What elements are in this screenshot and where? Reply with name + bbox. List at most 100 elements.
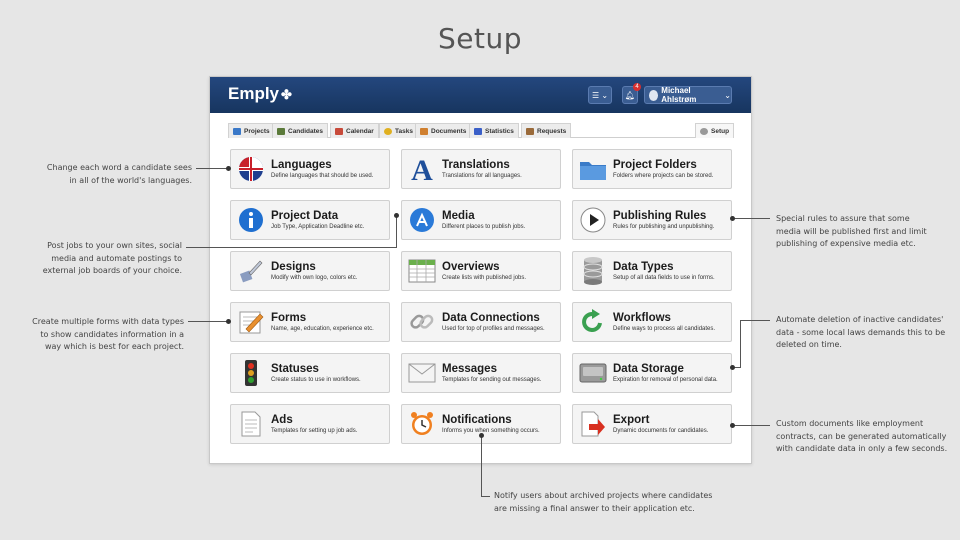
tab-calendar[interactable]: Calendar — [330, 123, 379, 138]
connector-notifications-h — [481, 496, 490, 497]
tile-languages[interactable]: Languages Define languages that should be… — [230, 149, 390, 189]
tile-title: Statuses — [271, 362, 319, 375]
tile-title: Data Types — [613, 260, 674, 273]
annotation-forms: Create multiple forms with data types to… — [32, 317, 184, 351]
tile-desc: Create lists with published jobs. — [442, 274, 527, 281]
tile-workflows[interactable]: Workflows Define ways to process all cand… — [572, 302, 732, 342]
annotation-publishing-rules: Special rules to assure that some media … — [776, 214, 927, 248]
envelope-icon — [408, 359, 436, 387]
app-window: Emply ✤ ☰ ⌄ 🔔︎ 4 Michael Ahlstrøm ⌄ Proje… — [209, 76, 752, 464]
tab-setup[interactable]: Setup — [695, 123, 735, 138]
tile-designs[interactable]: Designs Modify with own logo, colors etc. — [230, 251, 390, 291]
requests-icon — [526, 127, 534, 135]
user-menu-button[interactable]: Michael Ahlstrøm ⌄ — [644, 86, 732, 104]
connector-storage-h — [740, 320, 770, 321]
tile-title: Notifications — [442, 413, 512, 426]
tile-title: Project Folders — [613, 158, 697, 171]
tile-title: Project Data — [271, 209, 339, 222]
calendar-icon — [335, 127, 343, 135]
form-pencil-icon — [237, 308, 265, 336]
tasks-icon — [384, 127, 392, 135]
avatar — [649, 89, 659, 101]
tile-desc: Templates for sending out messages. — [442, 376, 542, 383]
tab-statistics[interactable]: Statistics — [469, 123, 519, 138]
tile-title: Data Connections — [442, 311, 540, 324]
menu-button[interactable]: ☰ ⌄ — [588, 86, 612, 104]
svg-text:A: A — [411, 155, 433, 183]
tile-desc: Used for top of profiles and messages. — [442, 325, 545, 332]
tile-title: Translations — [442, 158, 510, 171]
tile-project-folders[interactable]: Project Folders Folders where projects ca… — [572, 149, 732, 189]
tile-desc: Modify with own logo, colors etc. — [271, 274, 358, 281]
refresh-arrow-icon — [579, 308, 607, 336]
tile-desc: Informs you when something occurs. — [442, 427, 540, 434]
connector-dot-storage — [730, 365, 735, 370]
tab-candidates[interactable]: Candidates — [272, 123, 329, 138]
folder-icon — [579, 155, 607, 183]
annotation-export: Custom documents like employment contrac… — [776, 419, 948, 453]
connector-export — [732, 425, 770, 426]
tile-translations[interactable]: A Translations Translations for all langu… — [401, 149, 561, 189]
app-header: Emply ✤ ☰ ⌄ 🔔︎ 4 Michael Ahlstrøm ⌄ — [210, 77, 751, 113]
connector-media-h — [186, 247, 396, 248]
document-icon — [237, 410, 265, 438]
tab-tasks[interactable]: Tasks — [379, 123, 418, 138]
alarm-clock-icon — [408, 410, 436, 438]
logo-text: Emply — [228, 84, 280, 103]
tab-documents[interactable]: Documents — [415, 123, 472, 138]
play-icon — [579, 206, 607, 234]
tile-desc: Translations for all languages. — [442, 172, 522, 179]
tile-ads[interactable]: Ads Templates for setting up job ads. — [230, 404, 390, 444]
projects-icon — [233, 127, 241, 135]
tile-desc: Name, age, education, experience etc. — [271, 325, 374, 332]
tile-title: Forms — [271, 311, 307, 324]
tile-statuses[interactable]: Statuses Create status to use in workflow… — [230, 353, 390, 393]
logo-mark-icon: ✤ — [281, 87, 292, 102]
hamburger-icon: ☰ ⌄ — [591, 90, 609, 100]
connector-dot-notifications — [479, 433, 484, 438]
tile-title: Overviews — [442, 260, 500, 273]
app-store-icon — [408, 206, 436, 234]
candidates-icon — [277, 127, 285, 135]
paint-brush-icon — [237, 257, 265, 285]
tile-media[interactable]: Media Different places to publish jobs. — [401, 200, 561, 240]
tile-desc: Setup of all data fields to use in forms… — [613, 274, 715, 281]
tile-data-types[interactable]: Data Types Setup of all data fields to us… — [572, 251, 732, 291]
tile-forms[interactable]: Forms Name, age, education, experience et… — [230, 302, 390, 342]
info-icon — [237, 206, 265, 234]
tile-title: Export — [613, 413, 650, 426]
tile-desc: Define languages that should be used. — [271, 172, 374, 179]
tile-publishing-rules[interactable]: Publishing Rules Rules for publishing and… — [572, 200, 732, 240]
notifications-button[interactable]: 🔔︎ 4 — [622, 83, 641, 104]
connector-dot-media — [394, 213, 399, 218]
tile-title: Designs — [271, 260, 316, 273]
slide-title: Setup — [438, 22, 522, 55]
gear-icon — [700, 127, 708, 135]
tile-desc: Expiration for removal of personal data. — [613, 376, 718, 383]
tile-export[interactable]: Export Dynamic documents for candidates. — [572, 404, 732, 444]
tile-title: Messages — [442, 362, 497, 375]
tile-desc: Folders where projects can be stored. — [613, 172, 714, 179]
tile-title: Data Storage — [613, 362, 684, 375]
connector-forms — [188, 321, 228, 322]
connector-publishing — [732, 218, 770, 219]
database-icon — [579, 257, 607, 285]
logo[interactable]: Emply ✤ — [228, 84, 292, 104]
letter-a-icon: A — [408, 155, 436, 183]
tile-data-connections[interactable]: Data Connections Used for top of profiles… — [401, 302, 561, 342]
tab-projects[interactable]: Projects — [228, 123, 275, 138]
export-arrow-icon — [579, 410, 607, 438]
annotation-languages: Change each word a candidate sees in all… — [46, 163, 192, 185]
connector-dot-languages — [226, 166, 231, 171]
tile-messages[interactable]: Messages Templates for sending out messag… — [401, 353, 561, 393]
tile-desc: Templates for setting up job ads. — [271, 427, 358, 434]
tile-overviews[interactable]: Overviews Create lists with published job… — [401, 251, 561, 291]
tile-project-data[interactable]: Project Data Job Type, Application Deadli… — [230, 200, 390, 240]
tab-requests[interactable]: Requests — [521, 123, 572, 138]
tile-desc: Define ways to process all candidates. — [613, 325, 716, 332]
hard-drive-icon — [579, 359, 607, 387]
tile-desc: Create status to use in workflows. — [271, 376, 361, 383]
tile-title: Publishing Rules — [613, 209, 707, 222]
tile-data-storage[interactable]: Data Storage Expiration for removal of pe… — [572, 353, 732, 393]
user-name: Michael Ahlstrøm — [661, 86, 697, 104]
